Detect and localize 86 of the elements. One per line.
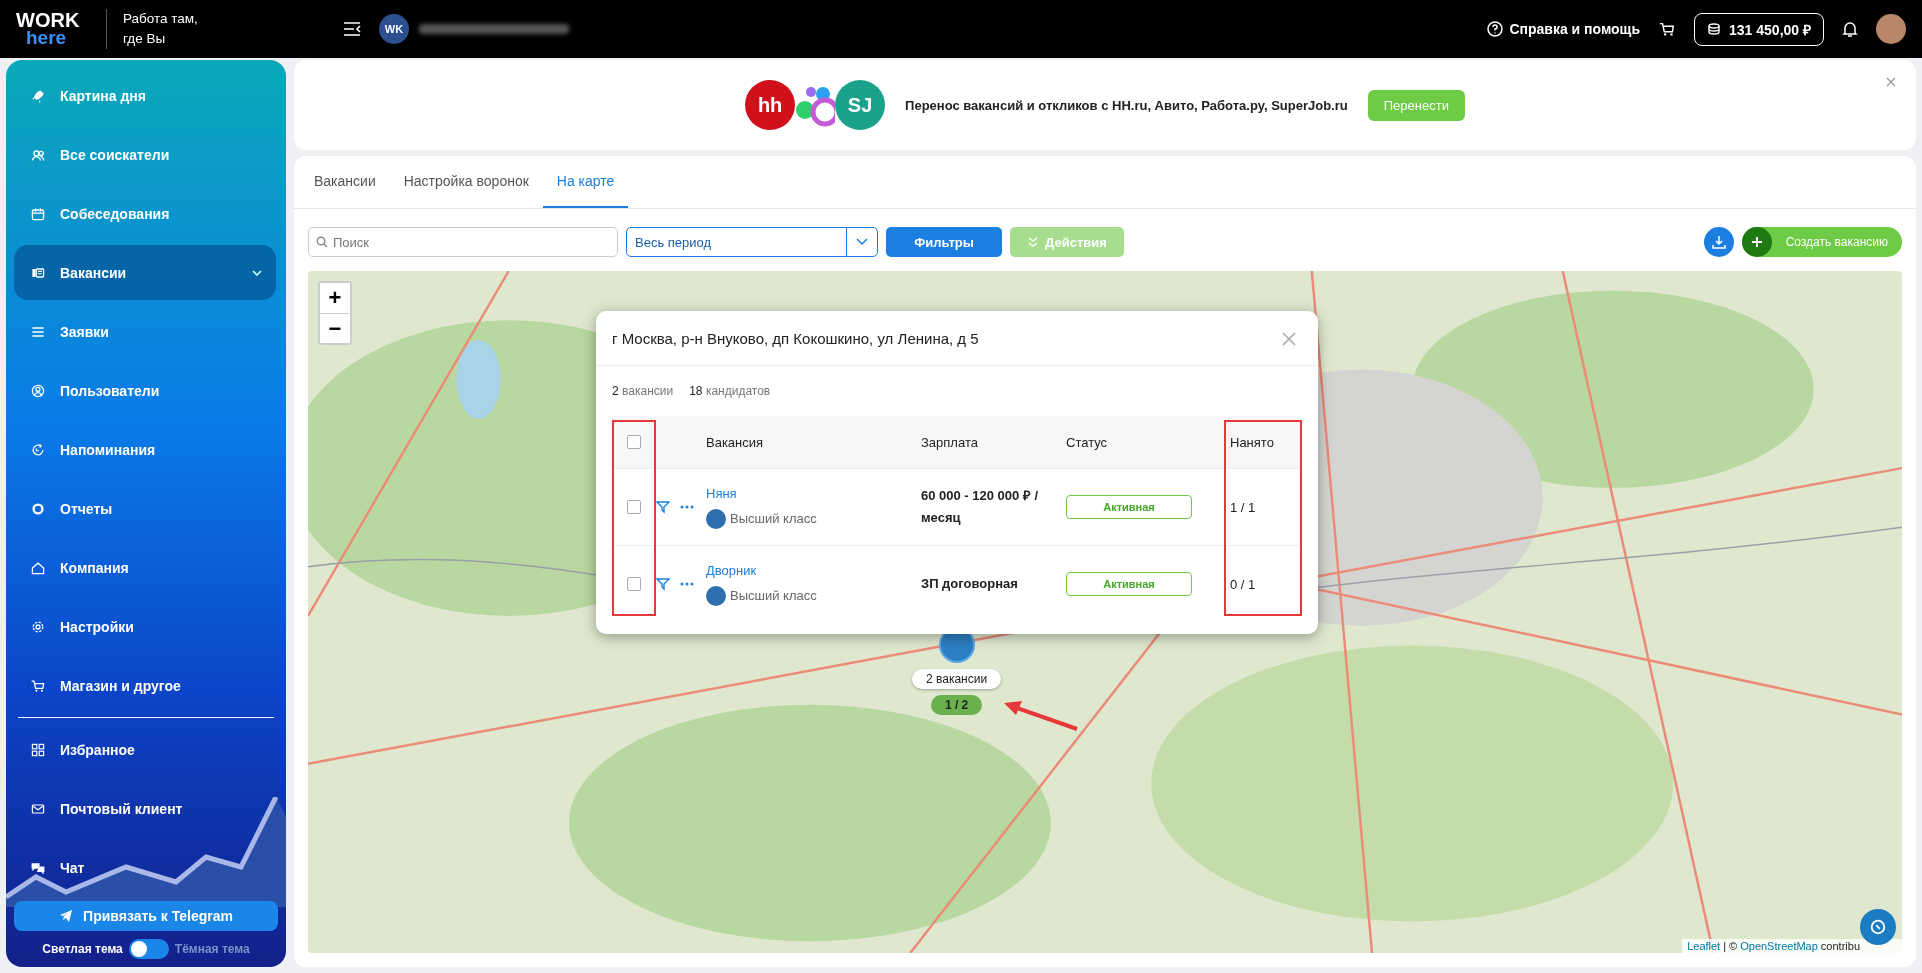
hired-count: 1 / 1	[1229, 499, 1257, 515]
banner-text: Перенос вакансий и откликов с HH.ru, Авито, Работа.ру, SuperJob.ru	[905, 97, 1348, 113]
openstreetmap-link[interactable]: OpenStreetMap	[1740, 940, 1818, 952]
clock-icon	[30, 441, 46, 458]
column-header: Статус	[1066, 434, 1109, 450]
attribution-text: contribu	[1820, 940, 1860, 952]
company-avatar	[706, 508, 726, 529]
search-field[interactable]: Поиск	[308, 227, 618, 257]
help-icon	[1487, 21, 1504, 37]
theme-toggle[interactable]	[128, 939, 169, 959]
hired-badge: 1 / 2	[930, 695, 983, 715]
row-checkbox[interactable]	[627, 500, 641, 514]
double-chevron-icon	[1027, 236, 1040, 248]
company-avatar	[706, 585, 726, 606]
vacancy-link[interactable]: Няня	[706, 485, 921, 501]
sidebar-item[interactable]: Компания	[14, 540, 276, 595]
sj-logo: SJ	[835, 80, 886, 130]
more-icon[interactable]	[680, 505, 694, 509]
balance-button[interactable]: 131 450,00 ₽	[1694, 12, 1824, 46]
marker-label[interactable]: 2 вакансии	[912, 669, 1002, 689]
help-link[interactable]: Справка и помощь	[1487, 21, 1641, 37]
download-button[interactable]	[1703, 227, 1734, 257]
sidebar-item[interactable]: Настройки	[14, 599, 276, 654]
filters-button[interactable]: Фильтры	[886, 227, 1002, 257]
row-checkbox[interactable]	[627, 577, 641, 591]
column-header: Зарплата	[921, 434, 979, 450]
tab[interactable]: Настройка воронок	[389, 156, 543, 208]
account-avatar[interactable]: WK	[379, 14, 409, 44]
period-dropdown[interactable]: Весь период	[626, 227, 878, 257]
column-header: Вакансия	[706, 434, 765, 450]
attribution-separator: | ©	[1723, 940, 1738, 952]
column-header: Нанято	[1229, 434, 1275, 450]
chevron-down-icon	[856, 238, 868, 246]
sidebar-item[interactable]: Заявки	[14, 304, 276, 359]
vacancy-link[interactable]: Дворник	[706, 562, 921, 578]
download-icon	[1711, 235, 1726, 249]
dark-theme-label: Тёмная тема	[174, 942, 250, 956]
zoom-out-button[interactable]: −	[320, 313, 350, 343]
tagline: где Вы	[123, 30, 167, 48]
stat-text: 18 кандидатов	[689, 384, 771, 398]
bell-icon[interactable]	[1842, 20, 1858, 38]
tab[interactable]: На карте	[542, 156, 629, 208]
donut-icon	[30, 500, 46, 517]
sidebar-item[interactable]: Все соискатели	[14, 127, 276, 182]
menu-icon[interactable]	[343, 21, 361, 37]
sidebar-item[interactable]: Пользователи	[14, 363, 276, 418]
sidebar-item[interactable]: Картина дня	[14, 68, 276, 123]
salary-text: 60 000 - 120 000 ₽ / месяц	[921, 487, 1040, 527]
tab[interactable]: Вакансии	[300, 156, 390, 208]
rocket-icon	[30, 87, 46, 104]
company-name: Высший класс	[730, 511, 817, 526]
grid-icon	[30, 741, 46, 758]
status-badge: Активная	[1066, 572, 1192, 596]
user-avatar[interactable]	[1876, 14, 1906, 44]
logo[interactable]: WORK here	[16, 12, 106, 46]
status-badge: Активная	[1066, 495, 1192, 519]
more-icon[interactable]	[680, 582, 694, 586]
filter-icon[interactable]	[656, 500, 670, 514]
chevron-down-icon	[252, 269, 262, 276]
sidebar-item[interactable]: Вакансии	[14, 245, 276, 300]
popup-title: г Москва, р-н Внуково, дп Кокошкино, ул Ленина, д 5	[612, 329, 979, 347]
salary-text: ЗП договорная	[921, 575, 1019, 593]
light-theme-label: Светлая тема	[42, 942, 123, 956]
sidebar-item[interactable]: Отчеты	[14, 481, 276, 536]
hired-count: 0 / 1	[1229, 576, 1257, 592]
sidebar-item[interactable]: Чат	[14, 840, 276, 895]
search-icon	[316, 236, 328, 248]
telegram-button[interactable]: Привязать к Telegram	[14, 901, 278, 931]
filter-icon[interactable]	[656, 577, 670, 591]
sidebar-item[interactable]: Магазин и другое	[14, 658, 276, 713]
cart-icon[interactable]	[1658, 20, 1677, 38]
select-all-checkbox[interactable]	[627, 435, 641, 449]
hh-logo: hh	[745, 80, 796, 130]
sidebar-item[interactable]: Избранное	[14, 722, 276, 777]
plus-icon	[1750, 236, 1763, 248]
leaflet-link[interactable]: Leaflet	[1687, 940, 1721, 952]
coins-icon	[1707, 22, 1722, 36]
stat-text: 2 вакансии	[612, 384, 674, 398]
paper-plane-icon	[59, 909, 74, 923]
sidebar-item[interactable]: Собеседования	[14, 186, 276, 241]
sidebar-item[interactable]: Напоминания	[14, 422, 276, 477]
tagline: Работа там,	[123, 10, 199, 28]
sidebar-item[interactable]: Почтовый клиент	[14, 781, 276, 836]
company-name: Высший класс	[730, 588, 817, 603]
calendar-icon	[30, 205, 46, 222]
user-icon	[30, 382, 46, 399]
